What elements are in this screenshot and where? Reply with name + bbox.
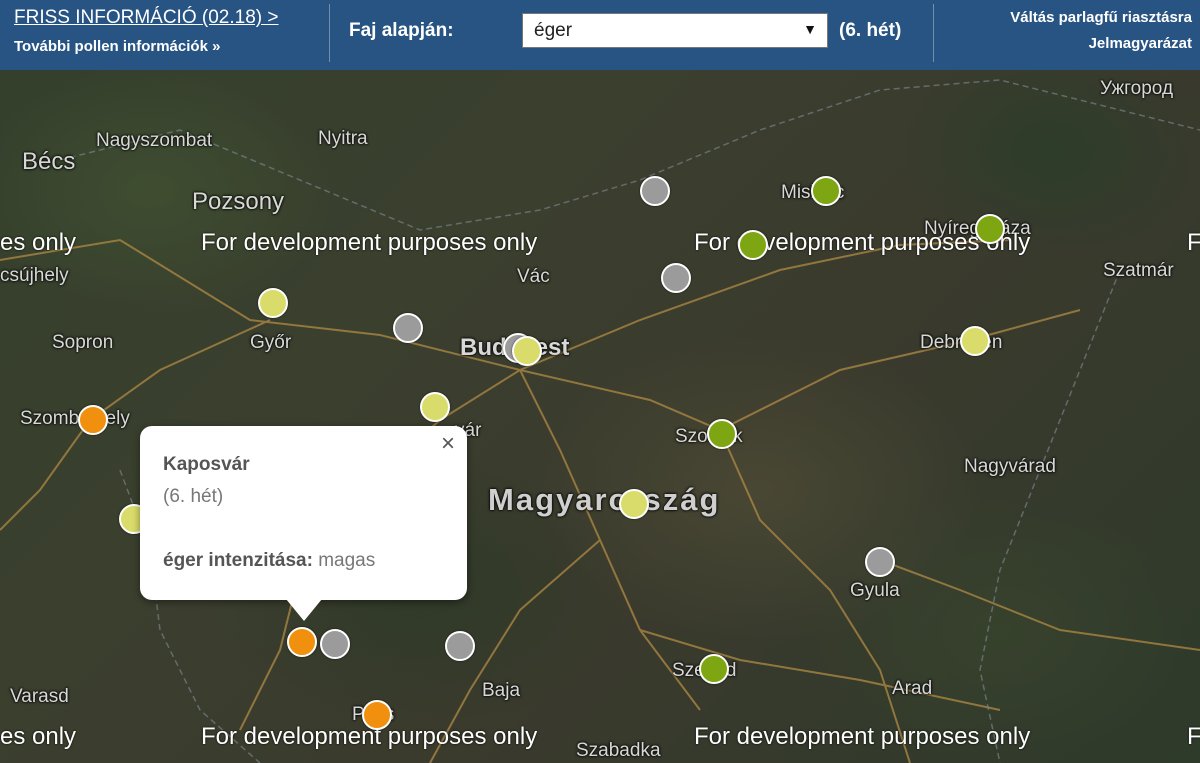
header-bar: FRISS INFORMÁCIÓ (02.18) > További polle… [0,0,1200,70]
dev-watermark: es only [0,723,77,750]
station-marker[interactable] [699,654,729,684]
station-marker[interactable] [738,230,768,260]
dev-watermark: F [1187,723,1200,750]
popup-intensity-label: éger intenzitása: [163,550,313,571]
place-label: Pozsony [192,188,285,215]
dropdown-arrow-icon: ▼ [803,21,817,37]
place-label: Nagyszombat [96,130,213,151]
legend-link[interactable]: Jelmagyarázat [1089,35,1192,52]
dev-watermark: F [1187,229,1200,256]
more-pollen-info-link[interactable]: További pollen információk » [14,38,220,55]
header-divider [329,4,330,62]
dev-watermark: For development purposes only [201,229,538,256]
road-network [0,79,1200,763]
station-marker[interactable] [960,326,990,356]
dev-watermark: es only [0,229,77,256]
pollen-map[interactable]: Bécs Nagyszombat Nyitra Pozsony csújhely… [0,70,1200,763]
station-marker[interactable] [865,547,895,577]
station-marker-kaposvar[interactable] [287,627,317,657]
place-label: Nagyvárad [964,456,1056,477]
place-label: Szatmár [1103,260,1174,281]
species-select-value: éger [534,20,573,41]
place-label: Sopron [52,332,114,353]
station-marker[interactable] [512,336,542,366]
switch-ragweed-alert-link[interactable]: Váltás parlagfű riasztásra [1010,9,1192,26]
place-label: Bécs [22,148,76,175]
station-marker[interactable] [258,288,288,318]
place-label: Baja [482,680,521,701]
place-label: Varasd [10,686,69,707]
station-popup: × Kaposvár (6. hét) éger intenzitása: ma… [140,426,467,600]
news-link[interactable]: FRISS INFORMÁCIÓ (02.18) > [14,7,278,29]
station-marker[interactable] [362,700,392,730]
dev-watermark: For development purposes only [694,723,1031,750]
species-select[interactable]: éger ▼ [522,13,828,48]
place-label: Szabadka [576,740,661,761]
station-marker[interactable] [78,405,108,435]
week-label: (6. hét) [839,20,902,41]
species-label: Faj alapján: [349,20,454,41]
place-label: Arad [892,678,933,699]
station-marker[interactable] [420,392,450,422]
station-marker[interactable] [619,489,649,519]
station-marker[interactable] [811,176,841,206]
place-label: Gyula [850,580,900,601]
popup-intensity-value: magas [318,550,376,571]
station-marker[interactable] [707,419,737,449]
station-marker[interactable] [445,631,475,661]
popup-pointer [286,599,322,621]
place-label: Ужгород [1100,78,1174,99]
popup-week: (6. hét) [163,486,224,507]
popup-city-name: Kaposvár [163,454,250,475]
place-label: Szombathely [20,408,130,429]
place-label: Nyitra [318,128,368,149]
place-label: csújhely [0,265,69,286]
popup-intensity: éger intenzitása: magas [163,550,375,572]
station-marker[interactable] [661,263,691,293]
place-label: Vác [517,266,550,287]
station-marker[interactable] [320,629,350,659]
place-label: Magyarország [488,482,721,517]
close-icon[interactable]: × [441,430,455,458]
station-marker[interactable] [975,214,1005,244]
station-marker[interactable] [393,313,423,343]
station-marker[interactable] [640,176,670,206]
header-divider [933,4,934,62]
place-label: Győr [250,332,292,353]
